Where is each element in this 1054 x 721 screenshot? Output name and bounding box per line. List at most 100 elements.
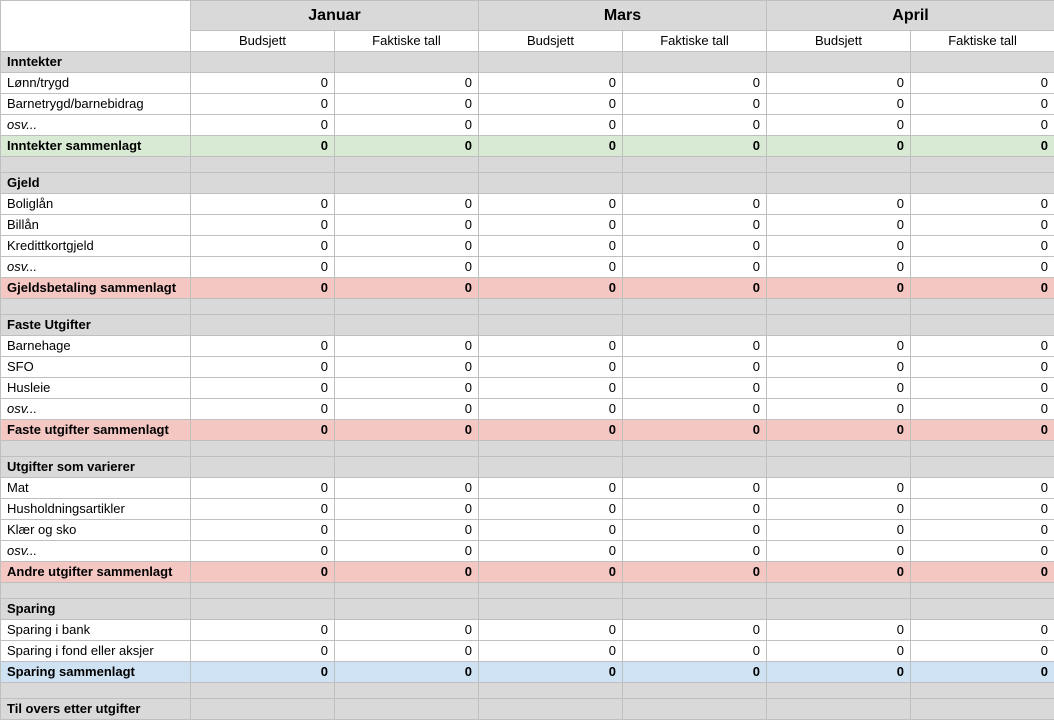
cell-value[interactable]: 0	[479, 357, 623, 378]
cell-value[interactable]: 0	[767, 378, 911, 399]
cell-value[interactable]: 0	[191, 236, 335, 257]
cell-value[interactable]: 0	[191, 94, 335, 115]
cell-value[interactable]: 0	[335, 641, 479, 662]
cell-value[interactable]: 0	[911, 194, 1054, 215]
cell-value[interactable]: 0	[335, 541, 479, 562]
cell-value[interactable]: 0	[623, 257, 767, 278]
cell-value[interactable]: 0	[191, 357, 335, 378]
cell-value[interactable]: 0	[623, 215, 767, 236]
cell-value[interactable]: 0	[479, 641, 623, 662]
cell-value[interactable]: 0	[911, 641, 1054, 662]
cell-value[interactable]: 0	[623, 641, 767, 662]
cell-value[interactable]: 0	[623, 236, 767, 257]
cell-value[interactable]: 0	[191, 620, 335, 641]
cell-value[interactable]: 0	[767, 357, 911, 378]
cell-value[interactable]: 0	[767, 236, 911, 257]
cell-value[interactable]: 0	[335, 357, 479, 378]
cell-value[interactable]: 0	[911, 620, 1054, 641]
cell-value[interactable]: 0	[911, 94, 1054, 115]
cell-value[interactable]: 0	[479, 257, 623, 278]
cell-value[interactable]: 0	[623, 194, 767, 215]
cell-value[interactable]: 0	[479, 499, 623, 520]
cell-value[interactable]: 0	[911, 257, 1054, 278]
cell-value[interactable]: 0	[623, 378, 767, 399]
cell-value[interactable]: 0	[623, 520, 767, 541]
cell-value[interactable]: 0	[911, 478, 1054, 499]
cell-value[interactable]: 0	[479, 215, 623, 236]
cell-value[interactable]: 0	[335, 499, 479, 520]
cell-value[interactable]: 0	[767, 520, 911, 541]
cell-value[interactable]: 0	[335, 257, 479, 278]
cell-value[interactable]: 0	[191, 73, 335, 94]
cell-value[interactable]: 0	[335, 115, 479, 136]
cell-value[interactable]: 0	[623, 73, 767, 94]
cell-value[interactable]: 0	[911, 541, 1054, 562]
cell-value[interactable]: 0	[767, 215, 911, 236]
cell-value[interactable]: 0	[479, 236, 623, 257]
cell-value[interactable]: 0	[479, 478, 623, 499]
cell-value[interactable]: 0	[335, 620, 479, 641]
cell-value[interactable]: 0	[479, 194, 623, 215]
cell-value[interactable]: 0	[479, 541, 623, 562]
cell-value[interactable]: 0	[911, 336, 1054, 357]
cell-value[interactable]: 0	[191, 336, 335, 357]
cell-value[interactable]: 0	[479, 378, 623, 399]
cell-value[interactable]: 0	[623, 115, 767, 136]
cell-value[interactable]: 0	[911, 357, 1054, 378]
cell-value[interactable]: 0	[191, 520, 335, 541]
cell-value[interactable]: 0	[623, 478, 767, 499]
cell-value[interactable]: 0	[911, 499, 1054, 520]
cell-value[interactable]: 0	[335, 194, 479, 215]
cell-value[interactable]: 0	[479, 399, 623, 420]
cell-value[interactable]: 0	[767, 73, 911, 94]
cell-value[interactable]: 0	[191, 194, 335, 215]
cell-value[interactable]: 0	[191, 378, 335, 399]
cell-value[interactable]: 0	[335, 236, 479, 257]
cell-value[interactable]: 0	[335, 215, 479, 236]
cell-value[interactable]: 0	[479, 520, 623, 541]
cell-value[interactable]: 0	[335, 73, 479, 94]
cell-value[interactable]: 0	[335, 520, 479, 541]
cell-value[interactable]: 0	[767, 94, 911, 115]
cell-value[interactable]: 0	[335, 378, 479, 399]
cell-value[interactable]: 0	[767, 399, 911, 420]
cell-value[interactable]: 0	[767, 499, 911, 520]
cell-value[interactable]: 0	[191, 399, 335, 420]
cell-value[interactable]: 0	[911, 378, 1054, 399]
cell-value[interactable]: 0	[623, 336, 767, 357]
cell-value[interactable]: 0	[191, 641, 335, 662]
cell-value[interactable]: 0	[623, 94, 767, 115]
cell-value[interactable]: 0	[911, 215, 1054, 236]
cell-value[interactable]: 0	[911, 73, 1054, 94]
cell-value[interactable]: 0	[191, 541, 335, 562]
cell-value[interactable]: 0	[623, 620, 767, 641]
cell-value[interactable]: 0	[479, 336, 623, 357]
cell-value[interactable]: 0	[623, 399, 767, 420]
cell-value[interactable]: 0	[479, 620, 623, 641]
cell-value[interactable]: 0	[335, 478, 479, 499]
cell-value[interactable]: 0	[767, 115, 911, 136]
cell-value[interactable]: 0	[191, 257, 335, 278]
cell-value[interactable]: 0	[767, 336, 911, 357]
cell-value[interactable]: 0	[191, 215, 335, 236]
cell-value[interactable]: 0	[335, 336, 479, 357]
cell-value[interactable]: 0	[479, 73, 623, 94]
cell-value[interactable]: 0	[767, 620, 911, 641]
cell-value[interactable]: 0	[911, 115, 1054, 136]
cell-value[interactable]: 0	[623, 541, 767, 562]
cell-value[interactable]: 0	[767, 641, 911, 662]
cell-value[interactable]: 0	[191, 478, 335, 499]
cell-value[interactable]: 0	[911, 236, 1054, 257]
cell-value[interactable]: 0	[191, 499, 335, 520]
cell-value[interactable]: 0	[911, 399, 1054, 420]
cell-value[interactable]: 0	[767, 541, 911, 562]
cell-value[interactable]: 0	[911, 520, 1054, 541]
cell-value[interactable]: 0	[623, 499, 767, 520]
cell-value[interactable]: 0	[767, 257, 911, 278]
cell-value[interactable]: 0	[623, 357, 767, 378]
cell-value[interactable]: 0	[335, 94, 479, 115]
cell-value[interactable]: 0	[191, 115, 335, 136]
cell-value[interactable]: 0	[335, 399, 479, 420]
cell-value[interactable]: 0	[767, 478, 911, 499]
cell-value[interactable]: 0	[479, 115, 623, 136]
